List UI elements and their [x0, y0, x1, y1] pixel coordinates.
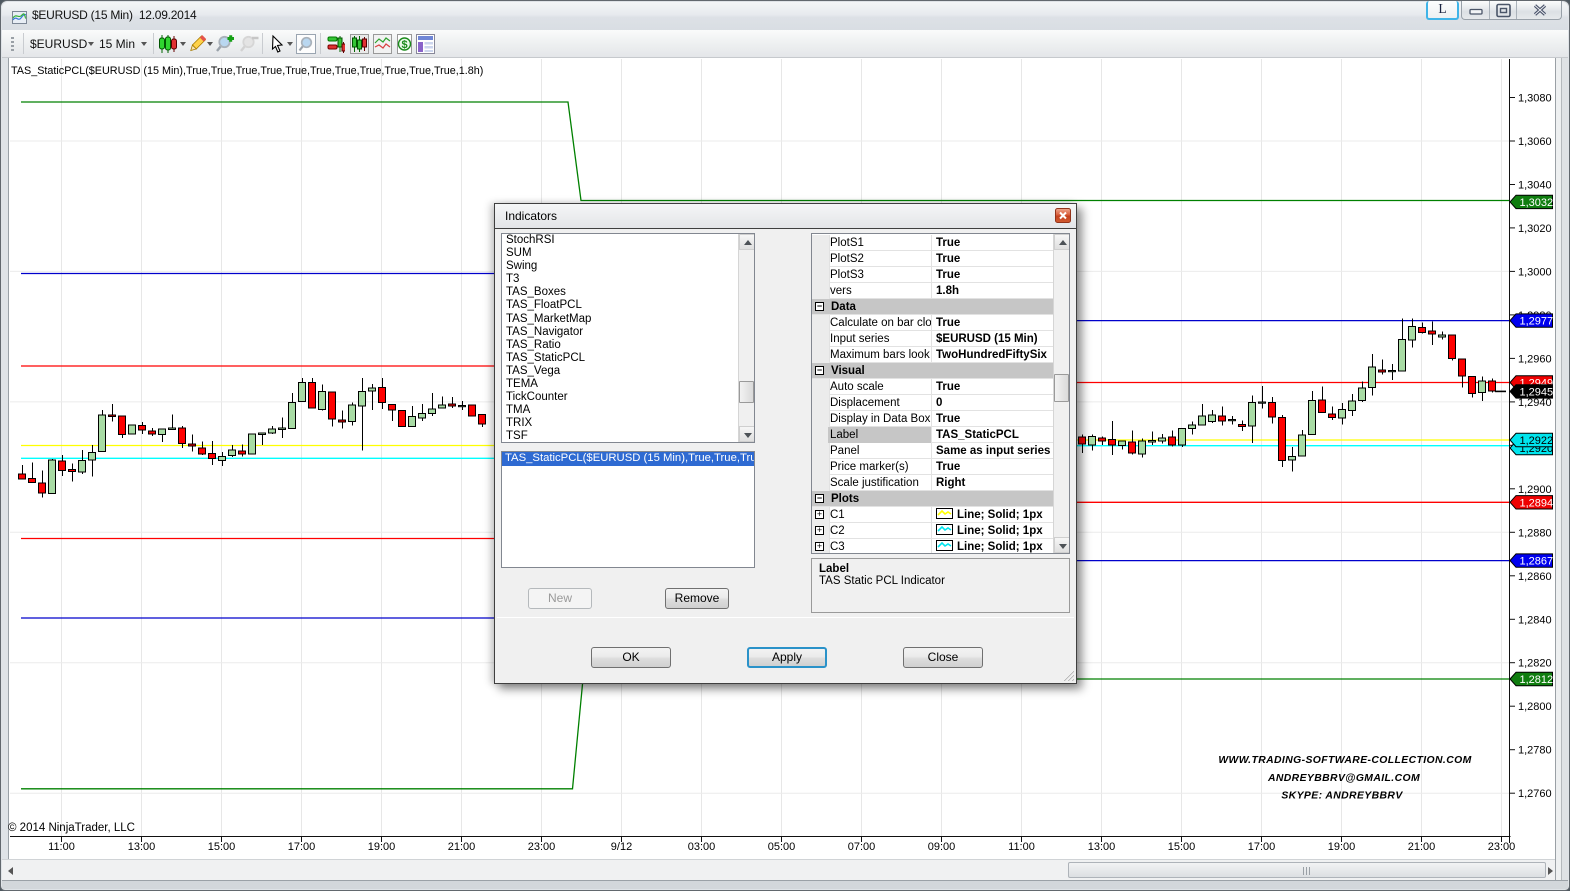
svg-text:1,2780: 1,2780	[1518, 745, 1552, 757]
svg-text:1,2894: 1,2894	[1520, 497, 1554, 509]
svg-text:1,2812: 1,2812	[1520, 674, 1554, 686]
svg-text:13:00: 13:00	[128, 841, 156, 853]
svg-text:ANDREYBBRV@GMAIL.COM: ANDREYBBRV@GMAIL.COM	[1267, 773, 1420, 784]
svg-text:23:00: 23:00	[528, 841, 556, 853]
svg-text:17:00: 17:00	[288, 841, 316, 853]
svg-text:1,2800: 1,2800	[1518, 701, 1552, 713]
svg-text:1,2760: 1,2760	[1518, 788, 1552, 800]
svg-text:WWW.TRADING-SOFTWARE-COLLECTIO: WWW.TRADING-SOFTWARE-COLLECTION.COM	[1218, 755, 1471, 766]
svg-text:07:00: 07:00	[848, 841, 876, 853]
svg-text:1,3032: 1,3032	[1520, 197, 1554, 209]
svg-text:1,3000: 1,3000	[1518, 266, 1552, 278]
svg-text:1,2977: 1,2977	[1520, 316, 1554, 328]
svg-text:1,2945: 1,2945	[1520, 386, 1554, 398]
svg-text:1,3040: 1,3040	[1518, 180, 1552, 192]
svg-text:05:00: 05:00	[768, 841, 796, 853]
svg-text:1,2867: 1,2867	[1520, 556, 1554, 568]
svg-text:21:00: 21:00	[448, 841, 476, 853]
svg-text:11:00: 11:00	[1008, 841, 1035, 853]
svg-text:1,2922: 1,2922	[1520, 435, 1554, 447]
svg-text:1,3080: 1,3080	[1518, 93, 1552, 105]
svg-text:15:00: 15:00	[208, 841, 236, 853]
svg-text:© 2014 NinjaTrader, LLC: © 2014 NinjaTrader, LLC	[8, 822, 135, 834]
svg-text:13:00: 13:00	[1088, 841, 1116, 853]
svg-text:09:00: 09:00	[928, 841, 956, 853]
svg-text:21:00: 21:00	[1408, 841, 1436, 853]
svg-text:1,2960: 1,2960	[1518, 353, 1552, 365]
svg-text:1,2940: 1,2940	[1518, 397, 1552, 409]
svg-text:1,2880: 1,2880	[1518, 527, 1552, 539]
svg-text:1,2900: 1,2900	[1518, 484, 1552, 496]
svg-text:SKYPE: ANDREYBBRV: SKYPE: ANDREYBBRV	[1281, 791, 1403, 802]
svg-text:1,2820: 1,2820	[1518, 658, 1552, 670]
svg-text:1,3060: 1,3060	[1518, 136, 1552, 148]
svg-text:23:00: 23:00	[1488, 841, 1516, 853]
svg-text:TAS_StaticPCL($EURUSD (15 Min): TAS_StaticPCL($EURUSD (15 Min),True,True…	[11, 65, 483, 77]
svg-text:9/12: 9/12	[611, 841, 632, 853]
svg-text:17:00: 17:00	[1248, 841, 1276, 853]
svg-text:1,2860: 1,2860	[1518, 571, 1552, 583]
svg-text:19:00: 19:00	[368, 841, 396, 853]
svg-text:19:00: 19:00	[1328, 841, 1356, 853]
svg-text:1,2840: 1,2840	[1518, 614, 1552, 626]
svg-text:11:00: 11:00	[48, 841, 75, 853]
svg-text:03:00: 03:00	[688, 841, 716, 853]
svg-text:15:00: 15:00	[1168, 841, 1196, 853]
svg-text:1,3020: 1,3020	[1518, 223, 1552, 235]
